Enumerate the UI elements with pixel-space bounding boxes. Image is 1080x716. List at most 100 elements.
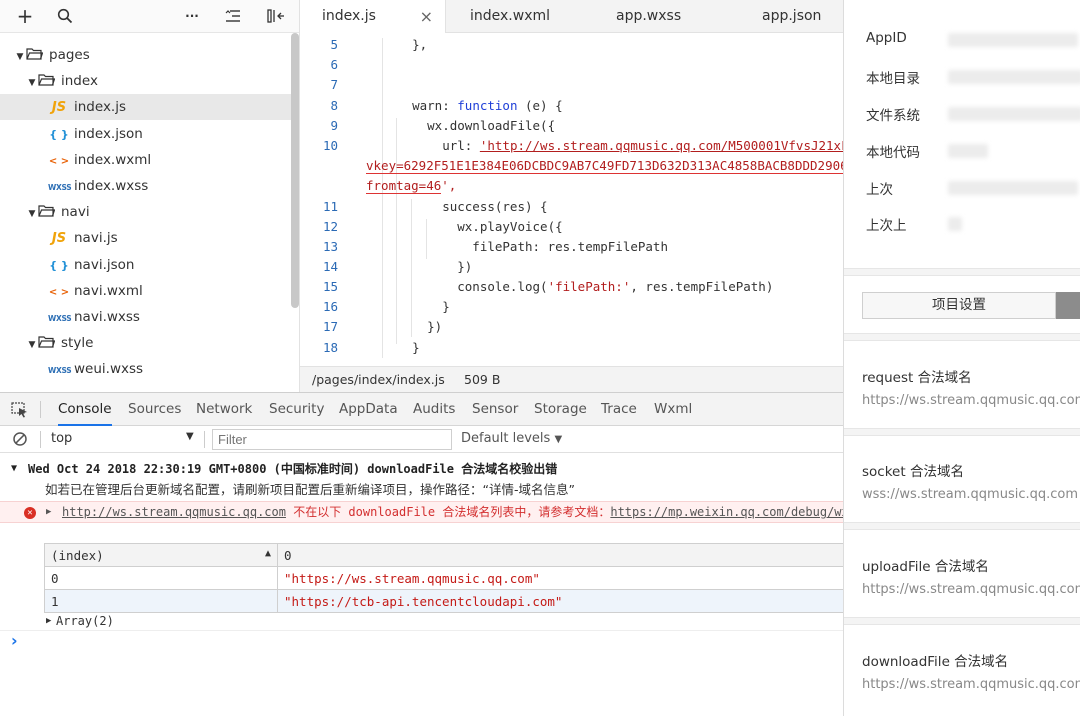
- filter-input[interactable]: [212, 429, 452, 450]
- domain-section-title: uploadFile 合法域名: [862, 559, 989, 575]
- info-label: 上次: [866, 182, 893, 198]
- chevron-down-icon[interactable]: ▼: [14, 44, 26, 70]
- tab-label: app.json: [762, 8, 822, 24]
- wxss-file-icon: WXSS: [48, 183, 72, 192]
- devtools-tab-network[interactable]: Network: [196, 393, 252, 426]
- section-divider: [844, 428, 1080, 436]
- tree-folder-pages[interactable]: ▼ pages: [0, 42, 292, 68]
- tree-file[interactable]: WXSS navi.wxss: [0, 304, 292, 330]
- doc-link[interactable]: https://mp.weixin.qq.com/debug/wxadoc/de…: [610, 505, 843, 519]
- line-number: 5: [330, 37, 338, 52]
- tree-file[interactable]: < > navi.wxml: [0, 278, 292, 304]
- devtools-tab-sources[interactable]: Sources: [128, 393, 181, 426]
- js-file-icon: JS: [51, 100, 67, 116]
- tree-file[interactable]: JS navi.js: [0, 225, 292, 251]
- devtools-tab-trace[interactable]: Trace: [601, 393, 637, 426]
- levels-select[interactable]: Default levels ▼: [461, 431, 562, 446]
- tree-file[interactable]: WXSS index.wxss: [0, 173, 292, 199]
- close-icon[interactable]: ×: [420, 0, 433, 33]
- code-line: console.log('filePath:', res.tempFilePat…: [382, 279, 774, 294]
- tree-file[interactable]: JS index.js: [0, 94, 292, 121]
- chevron-down-icon[interactable]: ▼: [26, 332, 38, 358]
- clear-console-icon[interactable]: [12, 431, 28, 451]
- inspect-element-icon[interactable]: [11, 402, 29, 422]
- tree-item-label: navi.json: [74, 256, 135, 273]
- table-row: 0 "https://ws.stream.qqmusic.qq.com": [44, 566, 843, 590]
- collapse-all-icon[interactable]: [222, 4, 244, 28]
- devtools-tab-sensor[interactable]: Sensor: [472, 393, 518, 426]
- split-panel-icon[interactable]: [265, 4, 287, 28]
- table-header-value[interactable]: 0: [277, 543, 843, 567]
- toolbar-divider: [40, 431, 41, 448]
- domain-section-value: https://ws.stream.qqmusic.qq.com: [862, 393, 1080, 408]
- js-file-icon: JS: [51, 231, 67, 247]
- info-label: 本地代码: [866, 145, 920, 161]
- tab-index-wxml[interactable]: index.wxml: [470, 0, 550, 33]
- tree-file[interactable]: < > index.wxml: [0, 147, 292, 173]
- chevron-down-icon[interactable]: ▼: [26, 70, 38, 96]
- tab-index-js[interactable]: index.js ×: [300, 0, 446, 33]
- editor-status-bar: /pages/index/index.js 509 B: [300, 366, 843, 392]
- table-cell-index: 1: [44, 589, 278, 613]
- prompt-icon: ›: [11, 631, 18, 650]
- devtools-tab-security[interactable]: Security: [269, 393, 324, 426]
- tree-folder-style[interactable]: ▼ style: [0, 330, 292, 356]
- info-label: AppID: [866, 30, 907, 46]
- explorer-scrollbar[interactable]: [291, 33, 299, 308]
- devtools-tab-storage[interactable]: Storage: [534, 393, 587, 426]
- tree-file[interactable]: { } navi.json: [0, 252, 292, 278]
- devtools-tab-wxml[interactable]: Wxml: [654, 393, 692, 426]
- code-line: }: [382, 340, 420, 355]
- add-icon[interactable]: +: [14, 4, 36, 28]
- console-error-line: ✕ ▶ http://ws.stream.qqmusic.qq.com 不在以下…: [0, 501, 843, 523]
- devtools-tab-console[interactable]: Console: [58, 393, 112, 426]
- tree-folder-navi[interactable]: ▼ navi: [0, 199, 292, 225]
- table-cell-value: "https://ws.stream.qqmusic.qq.com": [277, 566, 843, 590]
- table-header-index[interactable]: (index) ▲: [44, 543, 278, 567]
- editor-tab-bar: index.js × index.wxml app.wxss app.json: [300, 0, 843, 33]
- line-number: 6: [330, 57, 338, 72]
- chevron-down-icon[interactable]: ▼: [26, 201, 38, 227]
- error-icon: ✕: [24, 507, 36, 519]
- code-line: url: 'http://ws.stream.qqmusic.qq.com/M5…: [382, 138, 843, 153]
- more-icon[interactable]: ···: [181, 4, 203, 28]
- console-prompt-line[interactable]: ›: [0, 631, 843, 651]
- devtools-tab-appdata[interactable]: AppData: [339, 393, 398, 426]
- expand-arrow-icon: ▶: [46, 616, 52, 626]
- toolbar-divider: [40, 401, 41, 418]
- tab-app-json[interactable]: app.json: [762, 0, 821, 33]
- section-divider: [844, 617, 1080, 625]
- code-line: wx.playVoice({: [382, 219, 563, 234]
- line-number: 14: [322, 259, 338, 274]
- expand-arrow-icon[interactable]: ▶: [46, 502, 51, 522]
- code-line: success(res) {: [382, 199, 548, 214]
- tree-file[interactable]: WXSS weui.wxss: [0, 356, 292, 382]
- redacted-value: [948, 144, 988, 158]
- devtools-tab-audits[interactable]: Audits: [413, 393, 455, 426]
- context-select[interactable]: top: [51, 431, 72, 446]
- line-number: 7: [330, 77, 338, 92]
- line-number: 8: [330, 98, 338, 113]
- console-group-header[interactable]: ▼ Wed Oct 24 2018 22:30:19 GMT+0800 (中国标…: [0, 459, 843, 479]
- chevron-down-icon[interactable]: ▼: [186, 431, 194, 442]
- error-url-link[interactable]: http://ws.stream.qqmusic.qq.com: [62, 505, 286, 519]
- tree-item-label: index.wxss: [74, 178, 149, 194]
- tree-folder-index[interactable]: ▼ index: [0, 68, 292, 94]
- tab-app-wxss[interactable]: app.wxss: [616, 0, 681, 33]
- error-message: 不在以下 downloadFile 合法域名列表中，请参考文档：: [285, 505, 611, 519]
- toolbar-divider: [204, 431, 205, 448]
- tree-file[interactable]: { } index.json: [0, 121, 292, 147]
- search-icon[interactable]: [54, 4, 76, 28]
- tab-label: index.wxml: [470, 8, 551, 24]
- code-line: warn: function (e) {: [382, 98, 563, 113]
- line-number: 15: [322, 279, 338, 294]
- settings-button-side[interactable]: [1056, 292, 1080, 319]
- line-number: 11: [322, 199, 338, 214]
- array-summary-line[interactable]: ▶ Array(2): [0, 611, 843, 631]
- project-settings-button[interactable]: 项目设置: [862, 292, 1056, 319]
- console-info-line: 如若已在管理后台更新域名配置，请刷新项目配置后重新编译项目，操作路径：“详情-域…: [0, 479, 843, 501]
- tree-item-label: index: [61, 73, 98, 90]
- wxml-file-icon: < >: [48, 286, 70, 298]
- redacted-value: [948, 33, 1078, 47]
- line-number: 16: [322, 299, 338, 314]
